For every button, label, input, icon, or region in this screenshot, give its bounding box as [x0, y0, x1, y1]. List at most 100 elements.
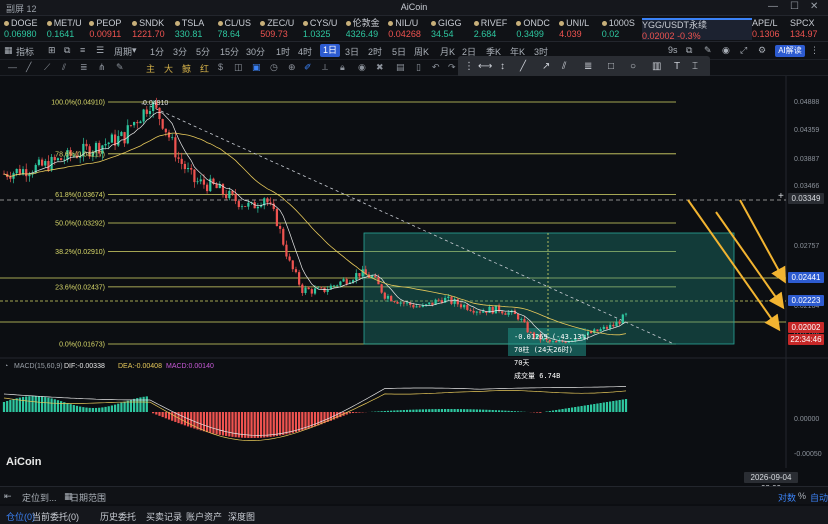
layers-icon[interactable]: ◫	[234, 62, 243, 73]
list-icon[interactable]: ☰	[96, 45, 104, 56]
undo-icon[interactable]: ↶	[432, 62, 440, 73]
interval-5[interactable]: 1时	[276, 45, 290, 58]
ticker-item[interactable]: APE/L 0.1306	[752, 18, 788, 40]
tab-5[interactable]: 深度图	[228, 510, 255, 523]
parallel-tool-icon[interactable]: ⫽	[562, 61, 566, 72]
interval-9[interactable]: 2时	[368, 45, 382, 58]
settings-icon[interactable]: ⚙	[758, 45, 766, 56]
add-alert-icon[interactable]: +	[778, 191, 784, 202]
zoom-icon[interactable]: ⊕	[288, 62, 296, 73]
interval-1[interactable]: 3分	[173, 45, 187, 58]
percent-toggle[interactable]: %	[798, 491, 806, 501]
y-tick: 0.00000	[794, 416, 819, 423]
interval-3[interactable]: 15分	[220, 45, 239, 58]
period-button[interactable]: 周期	[114, 45, 132, 58]
hatch-tool-icon[interactable]: ▥	[652, 61, 661, 72]
trash-icon[interactable]: ✖	[376, 62, 384, 73]
more-icon[interactable]: ⋮	[810, 45, 819, 56]
interval-6[interactable]: 4时	[298, 45, 312, 58]
measure-rect[interactable]	[363, 232, 735, 345]
macd-bar	[244, 412, 247, 438]
interval-4[interactable]: 30分	[246, 45, 265, 58]
ray-tool-icon[interactable]: ╱	[26, 62, 31, 73]
y-tick: 0.04359	[794, 127, 819, 134]
red-label[interactable]: 红	[200, 62, 209, 75]
compare-icon[interactable]: ⧉	[64, 45, 70, 56]
large-order-label[interactable]: 大	[164, 62, 173, 75]
doc-icon[interactable]: ▯	[416, 62, 421, 73]
main-force-label[interactable]: 主	[146, 62, 155, 75]
interval-10[interactable]: 5日	[392, 45, 406, 58]
hline-tool-icon[interactable]: ⟷	[478, 61, 492, 72]
brush-tool-icon[interactable]: ✎	[116, 62, 124, 73]
maximize-icon[interactable]: ☐	[790, 1, 799, 12]
macd-bar	[323, 412, 326, 424]
auto-toggle[interactable]: 自动	[810, 491, 828, 504]
date-range-button[interactable]: 日期范围	[70, 491, 106, 504]
channel-tool-icon[interactable]: ⫽	[62, 62, 66, 73]
macd-bar	[256, 412, 259, 438]
eye-icon[interactable]: ◉	[358, 62, 366, 73]
close-icon[interactable]: ✕	[810, 1, 818, 12]
measure-tool-icon[interactable]: ⌶	[692, 61, 698, 72]
line-tool-icon[interactable]: —	[8, 62, 17, 72]
screenshot-icon[interactable]: ◉	[722, 45, 730, 56]
vline-tool-icon[interactable]: ↕	[500, 61, 505, 72]
tab-2[interactable]: 历史委托	[100, 510, 136, 523]
candle-body	[85, 143, 88, 147]
interval-11[interactable]: 周K	[414, 45, 429, 58]
text-tool-icon[interactable]: T	[674, 61, 680, 72]
ticker-item[interactable]: SPCX 134.97	[790, 18, 826, 40]
dollar-icon[interactable]: $	[218, 62, 223, 72]
whale-label[interactable]: 鲸	[182, 62, 191, 75]
redo-icon[interactable]: ↷	[448, 62, 456, 73]
macd-eye-icon[interactable]: ◔	[4, 363, 8, 370]
period-chevron-icon[interactable]: ▾	[132, 45, 137, 56]
locate-button[interactable]: 定位到...	[22, 491, 57, 504]
macd-bar	[589, 404, 593, 412]
fib-tool-icon[interactable]: ≣	[80, 62, 88, 73]
save-icon[interactable]: ▤	[396, 62, 405, 73]
indicator-button[interactable]: 指标	[16, 45, 34, 58]
tab-4[interactable]: 账户资产	[186, 510, 222, 523]
pen-icon[interactable]: ✐	[304, 62, 312, 73]
lock-icon[interactable]: 🔒︎	[340, 62, 345, 73]
price-chart[interactable]: 0.04910 ← 100.0%(0.04910)78.6%(0.04217)6…	[0, 76, 828, 468]
magnet-icon[interactable]: ▣	[252, 62, 261, 73]
drag-handle-icon[interactable]: ⋮	[464, 61, 474, 72]
macd-bar	[351, 412, 355, 413]
interval-2[interactable]: 5分	[196, 45, 210, 58]
tab-0[interactable]: 仓位(0)	[6, 510, 35, 523]
candle-body	[215, 183, 218, 189]
interval-7[interactable]: 1日	[320, 44, 341, 57]
interval-0[interactable]: 1分	[150, 45, 164, 58]
layout-icon[interactable]: ⊞	[48, 45, 56, 56]
edit-icon[interactable]: ✎	[704, 45, 712, 56]
ticker-active[interactable]: YGG/USDT永续 0.02002 -0.3%	[642, 18, 752, 40]
filter-icon[interactable]: ≡	[80, 45, 85, 55]
ai-analysis-button[interactable]: AI解读	[775, 45, 805, 57]
trend-tool-icon[interactable]: ⟋	[44, 62, 50, 73]
copy-icon[interactable]: ⧉	[686, 45, 692, 56]
segment-tool-icon[interactable]: ╱	[520, 61, 526, 72]
clock-icon[interactable]: ◷	[270, 62, 278, 73]
expand-icon[interactable]: ⤢	[740, 45, 747, 56]
tab-3[interactable]: 买卖记录	[146, 510, 182, 523]
tab-1[interactable]: 当前委托(0)	[32, 510, 79, 523]
interval-12[interactable]: 月K	[440, 45, 455, 58]
minimize-icon[interactable]: —	[768, 1, 778, 12]
rect-tool-icon[interactable]: □	[608, 61, 614, 72]
ellipse-tool-icon[interactable]: ○	[630, 61, 636, 72]
pitchfork-tool-icon[interactable]: ⋔	[98, 62, 106, 73]
back-icon[interactable]: ⇤	[4, 491, 12, 502]
interval-8[interactable]: 3日	[345, 45, 359, 58]
macd-bar	[294, 412, 298, 433]
candle-body	[123, 132, 126, 144]
log-scale-toggle[interactable]: 对数	[778, 491, 796, 504]
indicator-icon[interactable]: ▦	[4, 45, 13, 56]
macd-bar	[40, 396, 44, 412]
candle-body	[612, 324, 615, 327]
ruler-icon[interactable]: ⟂	[322, 62, 328, 73]
fib-retrace-icon[interactable]: ≣	[584, 61, 592, 72]
arrow-tool-icon[interactable]: ↗	[542, 61, 550, 72]
